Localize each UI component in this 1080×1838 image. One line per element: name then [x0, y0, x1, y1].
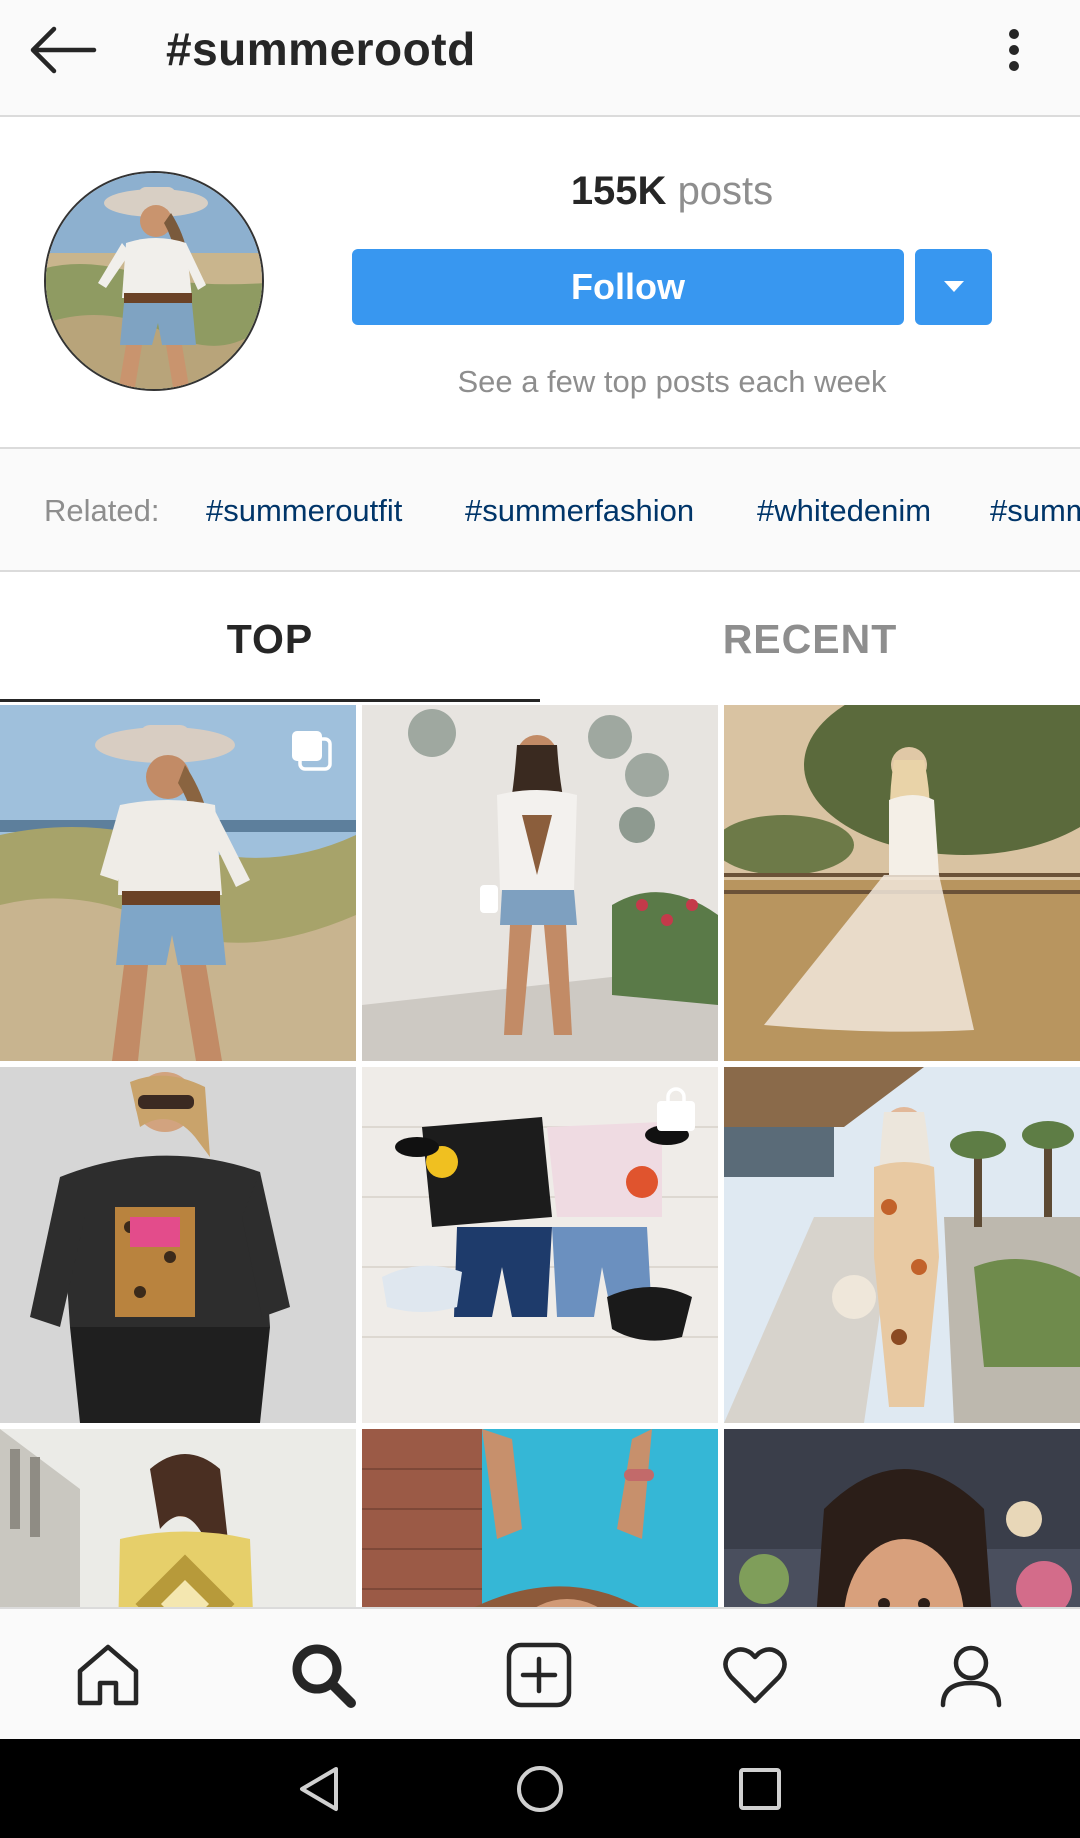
more-options-button[interactable] [996, 22, 1032, 78]
post-image-wall-plates-tee [362, 705, 718, 1061]
caret-down-icon [944, 281, 964, 292]
post-tile[interactable] [362, 1429, 718, 1607]
android-recents-button[interactable] [732, 1761, 788, 1817]
home-icon [77, 1644, 139, 1706]
follow-dropdown-button[interactable] [915, 249, 992, 325]
nav-search[interactable] [287, 1639, 359, 1711]
posts-count-number: 155K [570, 169, 667, 213]
nav-profile[interactable] [935, 1639, 1007, 1711]
nav-activity[interactable] [719, 1639, 791, 1711]
heart-icon [723, 1647, 787, 1704]
post-tile[interactable] [0, 1067, 356, 1423]
top-bar: #summerootd [0, 0, 1080, 117]
add-post-icon [506, 1642, 572, 1708]
page-title: #summerootd [166, 23, 476, 75]
android-back-button[interactable] [292, 1761, 348, 1817]
active-tab-indicator [0, 699, 540, 702]
nav-home[interactable] [72, 1639, 144, 1711]
posts-grid [0, 705, 1080, 1607]
avatar-photo [46, 173, 262, 389]
android-back-icon [300, 1767, 338, 1811]
tab-top[interactable]: TOP [0, 616, 540, 663]
hashtag-page: #summerootd 155K posts Follow See a few … [0, 0, 1080, 1838]
android-home-icon [517, 1766, 563, 1812]
tab-recent[interactable]: RECENT [540, 616, 1080, 663]
nav-add-post[interactable] [503, 1639, 575, 1711]
system-nav-bar [0, 1739, 1080, 1838]
post-image-smiling-woman [724, 1429, 1080, 1607]
related-label: Related: [44, 493, 160, 528]
post-tile[interactable] [0, 705, 356, 1061]
bottom-nav [0, 1607, 1080, 1739]
android-home-button[interactable] [512, 1761, 568, 1817]
post-image-sheer-gown-field [724, 705, 1080, 1061]
more-vertical-icon [1009, 29, 1019, 71]
profile-icon [940, 1645, 1002, 1708]
related-tag[interactable]: #summeroutfit [206, 493, 402, 529]
post-tile[interactable] [724, 705, 1080, 1061]
post-tile[interactable] [362, 1067, 718, 1423]
post-image-raised-arms [362, 1429, 718, 1607]
posts-count: 155K posts [352, 169, 992, 214]
hashtag-header: 155K posts Follow See a few top posts ea… [0, 117, 1080, 447]
related-tag[interactable]: #summerfashion [465, 493, 694, 529]
multiple-photos-icon [288, 727, 334, 773]
related-hashtags: Related: #summeroutfit #summerfashion #w… [0, 447, 1080, 572]
feed-tabs: TOP RECENT [0, 572, 1080, 704]
post-image-bing-sweatshirt [0, 1067, 356, 1423]
post-tile[interactable] [724, 1067, 1080, 1423]
back-button[interactable] [24, 20, 104, 80]
related-tag[interactable]: #summ [990, 493, 1080, 529]
post-image-floral-jumpsuit [724, 1067, 1080, 1423]
shopping-bag-icon [654, 1087, 698, 1133]
post-tile[interactable] [724, 1429, 1080, 1607]
follow-subtitle: See a few top posts each week [457, 364, 887, 399]
search-icon [292, 1644, 356, 1708]
posts-count-label: posts [677, 169, 774, 213]
post-image-printed-top [0, 1429, 356, 1607]
arrow-left-icon [30, 26, 97, 74]
hashtag-avatar [44, 171, 264, 391]
related-tag[interactable]: #whitedenim [757, 493, 931, 529]
post-tile[interactable] [362, 705, 718, 1061]
post-tile[interactable] [0, 1429, 356, 1607]
follow-button[interactable]: Follow [352, 249, 904, 325]
android-recents-icon [739, 1768, 781, 1810]
